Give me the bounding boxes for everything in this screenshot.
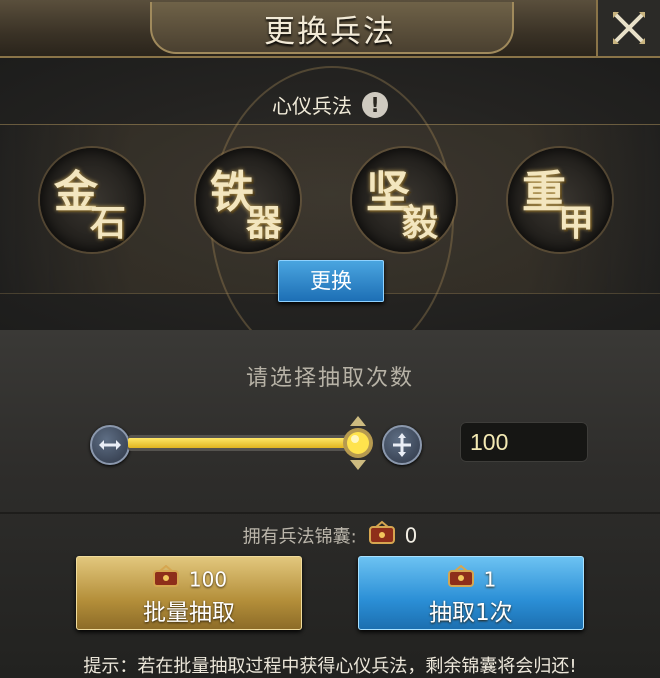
single-draw-button[interactable]: 1 抽取1次 [358,556,584,630]
draw-count-prompt: 请选择抽取次数 [245,366,414,391]
skill-char: 器 [246,202,283,244]
owned-pouch-row: 拥有兵法锦囊: 0 [0,520,660,551]
batch-draw-button[interactable]: 100 批量抽取 [76,556,302,630]
info-icon[interactable]: ! [362,91,388,118]
skill-char: 甲 [558,202,595,244]
tactic-skill-icon[interactable]: 金 石 [40,148,144,252]
hint-text: 提示：若在批量抽取过程中获得心仪兵法，剩余锦囊将会归还! [83,656,577,677]
count-slider[interactable] [128,435,358,451]
swap-button[interactable]: 更换 [278,260,384,302]
owned-pouch-label: 拥有兵法锦囊: [242,526,357,548]
increase-button[interactable] [382,425,422,465]
slider-knob-icon [343,416,373,470]
minus-arrows-icon [99,440,121,450]
favored-tactic-header: 心仪兵法! [0,90,660,119]
favored-tactic-label: 心仪兵法 [272,94,352,118]
close-icon [613,12,645,44]
tactic-skill-icon[interactable]: 坚 毅 [352,148,456,252]
slider-fill [128,438,358,448]
skill-char: 毅 [402,202,439,244]
pouch-icon [367,520,397,551]
close-button[interactable] [596,0,660,58]
draw-count-input[interactable]: 100 [460,422,588,462]
tactic-skill-icon[interactable]: 铁 器 [196,148,300,252]
owned-pouch-count: 0 [404,523,418,548]
batch-draw-cost-value: 100 [188,567,228,592]
pouch-icon [446,564,476,594]
draw-panel: 请选择抽取次数 100 拥有兵法锦囊: 0 100 批量抽取 1 抽取1次 提示… [0,330,660,678]
single-draw-label: 抽取1次 [429,600,513,626]
decrease-button[interactable] [90,425,130,465]
skill-char: 石 [90,202,127,244]
single-draw-cost: 1 [359,564,583,594]
batch-draw-cost: 100 [77,564,301,594]
tactic-panel: 心仪兵法! 金 石 铁 器 坚 毅 重 甲 更换 [0,58,660,370]
window-title: 更换兵法 [264,14,396,50]
single-draw-cost-value: 1 [483,567,497,592]
batch-draw-label: 批量抽取 [143,600,235,626]
slider-handle[interactable] [340,414,376,472]
plus-arrows-icon [393,433,411,457]
pouch-icon [151,564,181,594]
title-bar: 更换兵法 [0,0,660,58]
tactic-skill-list: 金 石 铁 器 坚 毅 重 甲 [0,148,660,268]
divider [0,512,660,514]
tactic-skill-icon[interactable]: 重 甲 [508,148,612,252]
